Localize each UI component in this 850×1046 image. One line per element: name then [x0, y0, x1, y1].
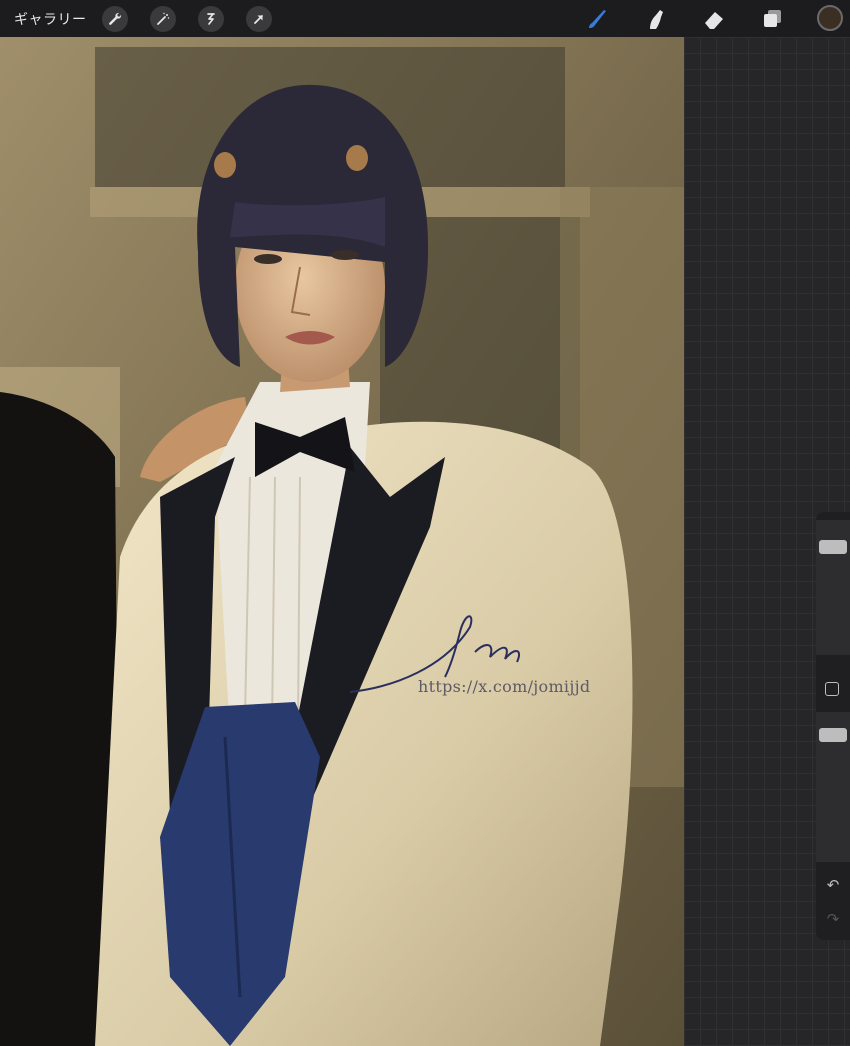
gallery-button[interactable]: ギャラリー	[14, 9, 87, 29]
opacity-thumb[interactable]	[819, 728, 847, 742]
redo-icon[interactable]: ↷	[824, 910, 842, 928]
selection-icon[interactable]	[198, 6, 224, 32]
artwork	[0, 37, 684, 1046]
color-picker-swatch[interactable]	[817, 5, 843, 31]
brush-size-thumb[interactable]	[819, 540, 847, 554]
top-toolbar: ギャラリー	[0, 0, 850, 37]
smudge-icon[interactable]	[642, 5, 670, 33]
eraser-icon[interactable]	[700, 5, 728, 33]
wrench-icon[interactable]	[102, 6, 128, 32]
watermark-url: https://x.com/jomijjd	[418, 677, 591, 696]
painting-canvas[interactable]: https://x.com/jomijjd	[0, 37, 684, 1046]
modify-button[interactable]	[825, 682, 839, 696]
magic-wand-icon[interactable]	[150, 6, 176, 32]
undo-icon[interactable]: ↶	[824, 876, 842, 894]
brush-sidebar: ↶ ↷	[816, 512, 850, 940]
transform-arrow-icon[interactable]	[246, 6, 272, 32]
layers-icon[interactable]	[758, 5, 786, 33]
brush-icon[interactable]	[584, 5, 612, 33]
